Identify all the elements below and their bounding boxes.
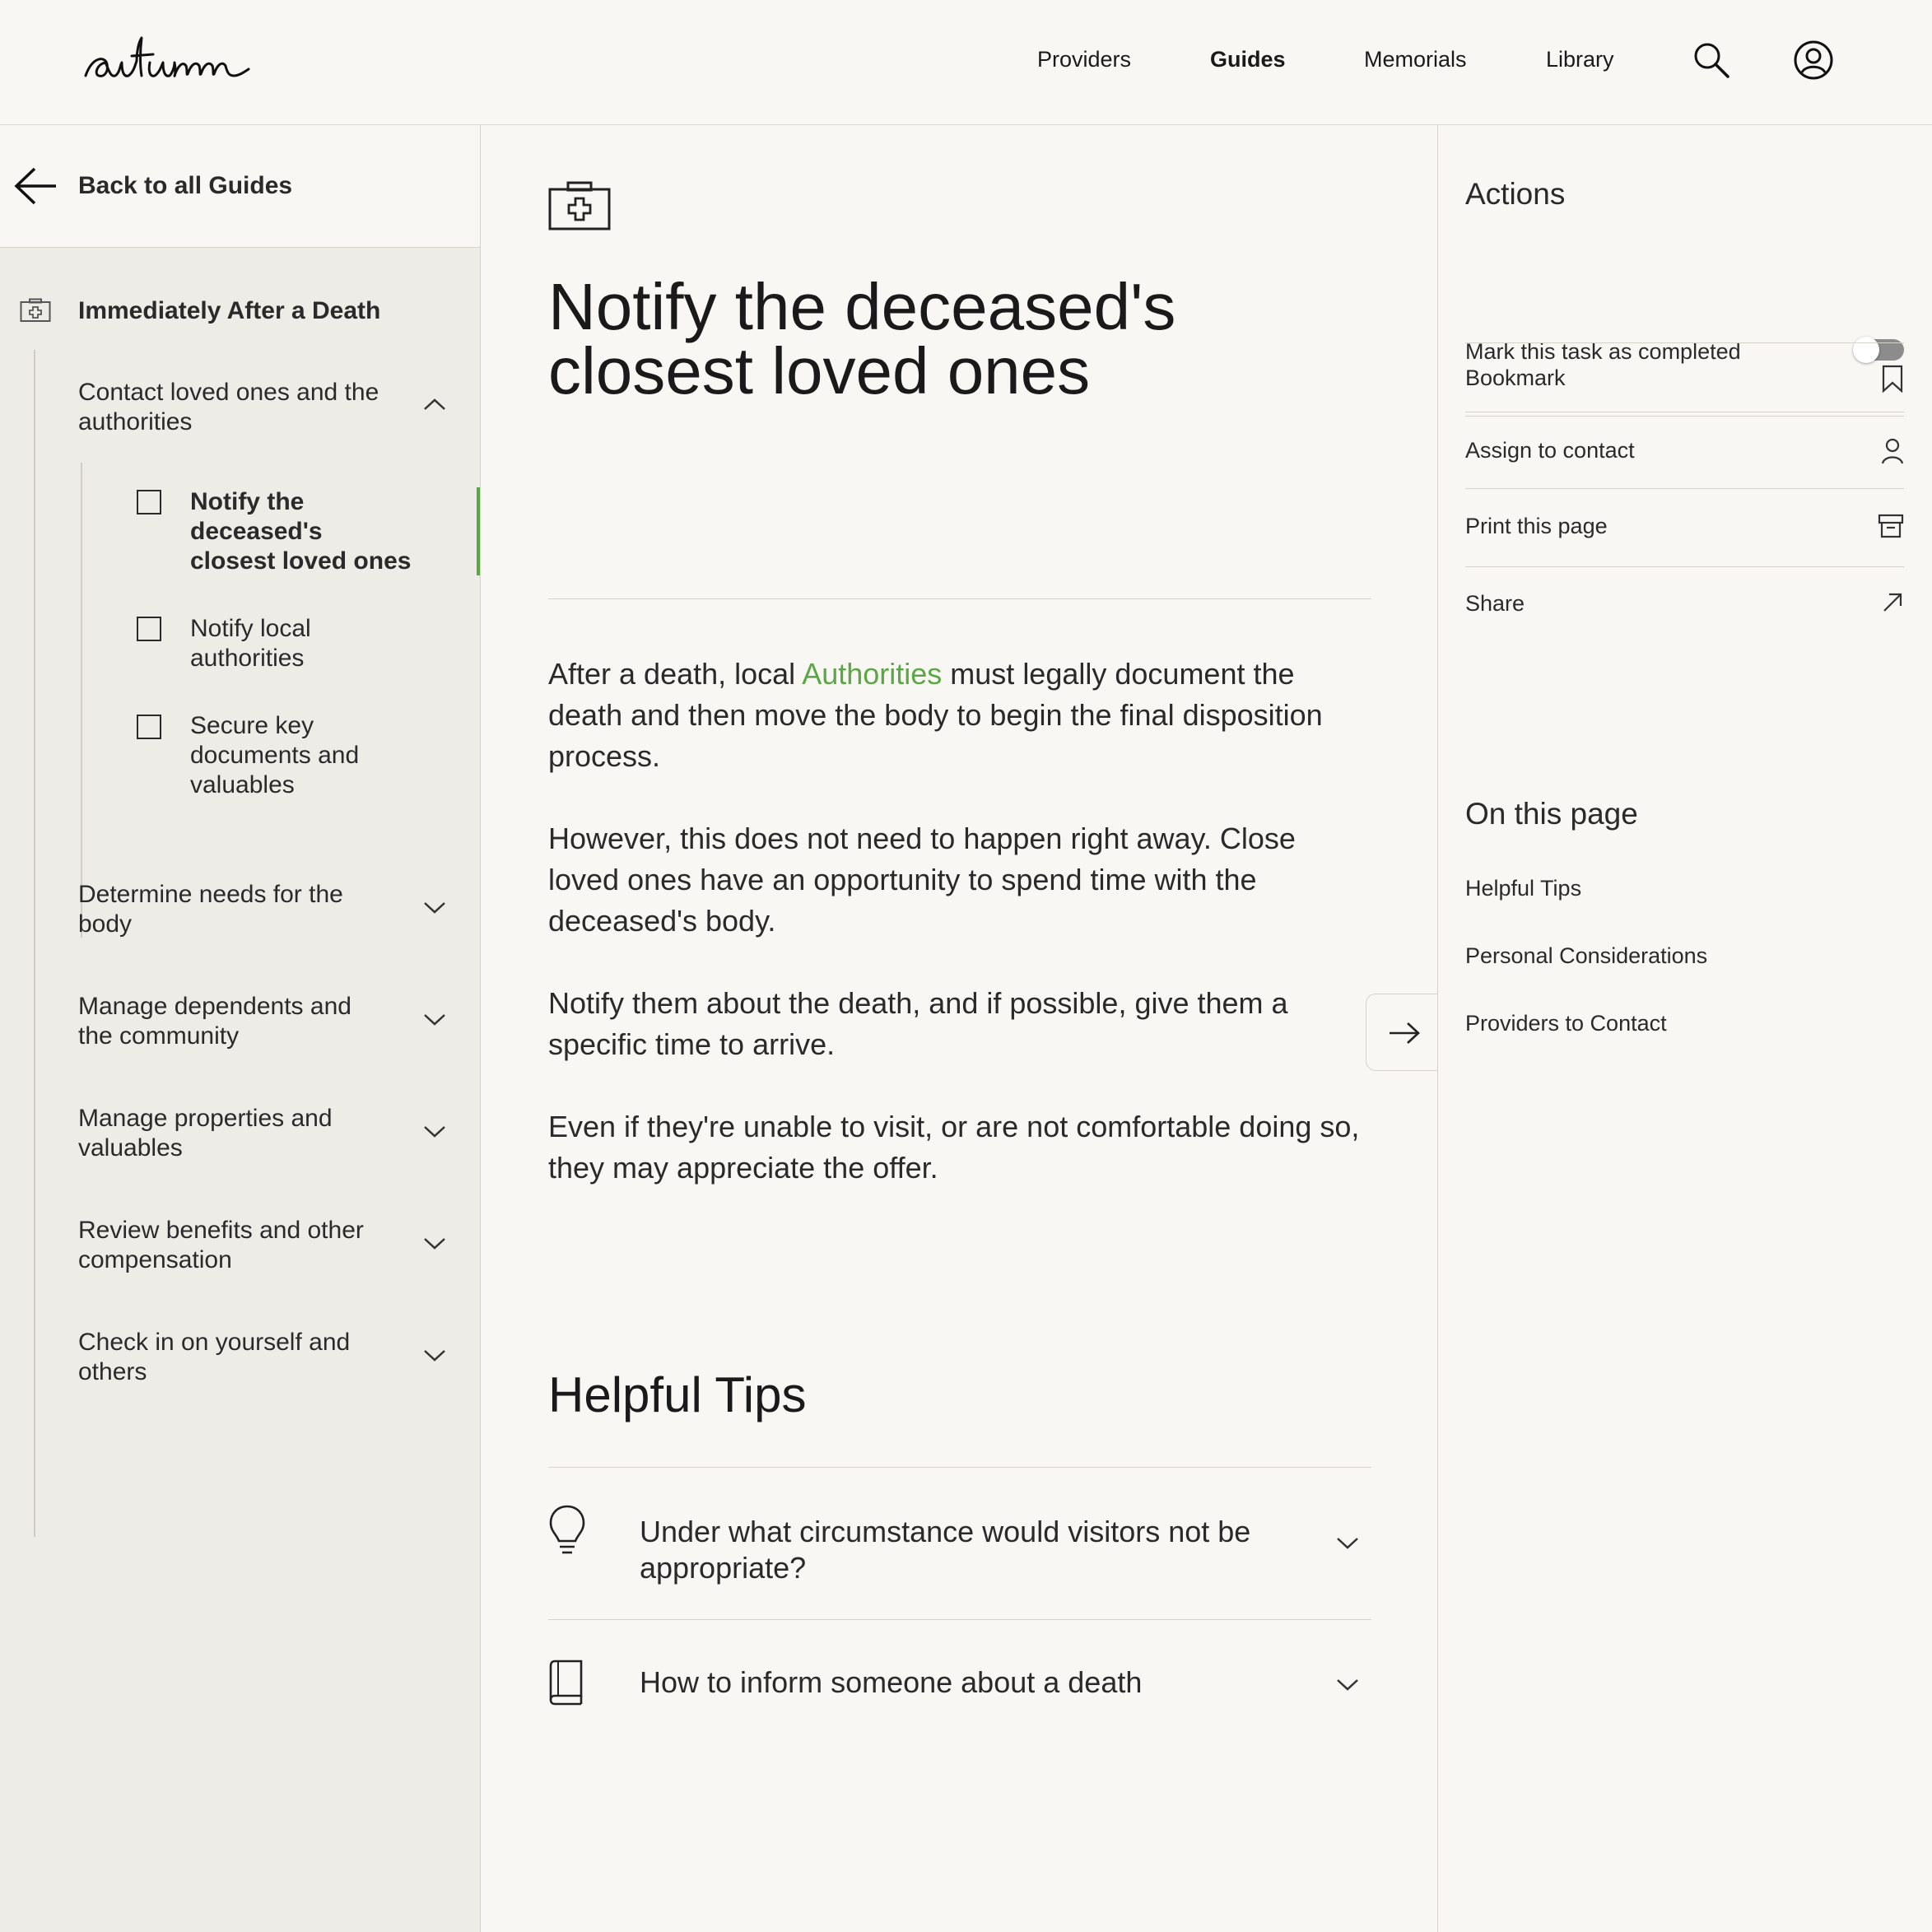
- task-secure-documents[interactable]: Secure key documents and valuables: [190, 711, 412, 800]
- tip-question[interactable]: Under what circumstance would visitors n…: [640, 1514, 1298, 1586]
- person-icon: [1881, 437, 1904, 465]
- divider: [548, 1619, 1371, 1620]
- anchor-personal-considerations[interactable]: Personal Considerations: [1465, 943, 1707, 969]
- share-label: Share: [1465, 591, 1525, 616]
- page-title: Notify the deceased's closest loved ones: [548, 270, 1176, 407]
- body-paragraph: However, this does not need to happen ri…: [548, 822, 1296, 938]
- divider: [548, 598, 1371, 599]
- book-icon: [548, 1660, 584, 1706]
- anchor-helpful-tips[interactable]: Helpful Tips: [1465, 876, 1581, 901]
- body-paragraph: Notify them about the death, and if poss…: [548, 986, 1288, 1061]
- first-aid-kit-icon: [548, 181, 611, 230]
- chevron-down-icon[interactable]: [1335, 1677, 1360, 1693]
- active-indicator: [477, 487, 480, 575]
- task-checkbox[interactable]: [137, 490, 161, 514]
- arrow-left-icon: [13, 166, 58, 206]
- guide-group-contact[interactable]: Contact loved ones and the authorities: [78, 378, 391, 437]
- guide-sidebar: Back to all Guides Immediately After a D…: [0, 125, 481, 1932]
- share-arrow-icon: [1881, 591, 1904, 614]
- anchor-providers-to-contact[interactable]: Providers to Contact: [1465, 1011, 1667, 1036]
- share-row[interactable]: Share: [1465, 566, 1904, 639]
- guide-group-dependents[interactable]: Manage dependents and the community: [78, 992, 391, 1051]
- autumn-logo[interactable]: [81, 28, 254, 86]
- nav-guides[interactable]: Guides: [1210, 41, 1286, 77]
- print-label: Print this page: [1465, 514, 1608, 538]
- divider: [548, 1467, 1371, 1468]
- body-paragraph: After a death, local Authorities must le…: [548, 657, 1323, 773]
- tree-line: [34, 350, 35, 1537]
- search-icon[interactable]: [1692, 40, 1731, 80]
- bookmark-icon: [1881, 365, 1904, 393]
- guide-group-check-in[interactable]: Check in on yourself and others: [78, 1328, 391, 1387]
- back-to-guides-label: Back to all Guides: [78, 172, 293, 199]
- arrow-right-icon: [1388, 1021, 1421, 1045]
- next-task-button[interactable]: [1366, 994, 1438, 1071]
- mark-complete-row-container: [1465, 270, 1904, 343]
- chevron-up-icon[interactable]: [422, 396, 447, 412]
- account-icon[interactable]: [1793, 40, 1834, 81]
- guide-group-properties[interactable]: Manage properties and valuables: [78, 1104, 391, 1163]
- guide-group-benefits[interactable]: Review benefits and other compensation: [78, 1216, 391, 1275]
- body-paragraph: Even if they're unable to visit, or are …: [548, 1110, 1360, 1185]
- main-content: Notify the deceased's closest loved ones…: [481, 125, 1438, 1932]
- chevron-down-icon[interactable]: [422, 1348, 447, 1364]
- chevron-down-icon[interactable]: [422, 1236, 447, 1252]
- on-this-page-heading: On this page: [1465, 797, 1638, 831]
- bookmark-row[interactable]: Bookmark: [1465, 343, 1904, 417]
- print-row[interactable]: Print this page: [1465, 488, 1904, 567]
- task-checkbox[interactable]: [137, 617, 161, 641]
- lightbulb-icon: [548, 1505, 586, 1556]
- nav-library[interactable]: Library: [1546, 41, 1614, 77]
- assign-contact-label: Assign to contact: [1465, 438, 1635, 463]
- right-panel: Actions Mark this task as completed Book…: [1437, 125, 1932, 1932]
- guide-group-body[interactable]: Determine needs for the body: [78, 880, 391, 939]
- printer-icon: [1878, 513, 1904, 539]
- back-to-guides-link[interactable]: Back to all Guides: [0, 125, 480, 248]
- tip-question[interactable]: How to inform someone about a death: [640, 1664, 1298, 1701]
- task-notify-authorities[interactable]: Notify local authorities: [190, 614, 412, 673]
- chevron-down-icon[interactable]: [422, 1124, 447, 1140]
- bookmark-label: Bookmark: [1465, 365, 1566, 390]
- task-checkbox[interactable]: [137, 715, 161, 739]
- actions-heading: Actions: [1465, 177, 1566, 211]
- chevron-down-icon[interactable]: [1335, 1535, 1360, 1552]
- subtree-line: [81, 463, 82, 938]
- chevron-down-icon[interactable]: [422, 900, 447, 916]
- authorities-link[interactable]: Authorities: [802, 657, 942, 691]
- first-aid-kit-icon: [20, 298, 51, 323]
- assign-contact-row[interactable]: Assign to contact: [1465, 416, 1904, 489]
- helpful-tips-heading: Helpful Tips: [548, 1367, 807, 1422]
- nav-memorials[interactable]: Memorials: [1364, 41, 1467, 77]
- section-title[interactable]: Immediately After a Death: [78, 297, 380, 325]
- top-header: Providers Guides Memorials Library: [0, 0, 1932, 125]
- chevron-down-icon[interactable]: [422, 1012, 447, 1028]
- task-notify-loved-ones[interactable]: Notify the deceased's closest loved ones: [190, 487, 412, 576]
- nav-providers[interactable]: Providers: [1037, 41, 1131, 77]
